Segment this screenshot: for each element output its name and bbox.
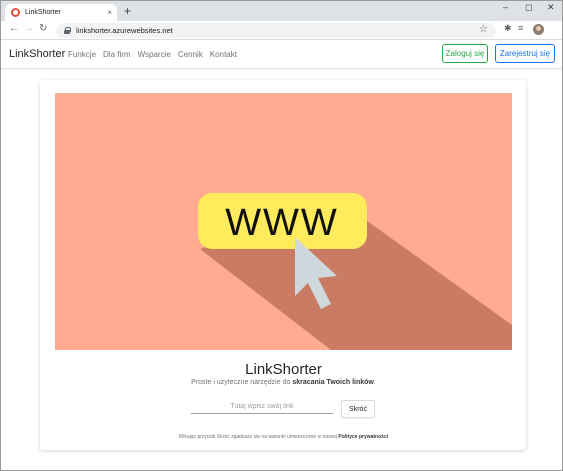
shorten-button[interactable]: Skróć [341, 400, 375, 418]
forward-arrow-icon[interactable]: → [24, 24, 34, 34]
page-subtitle: Proste i użyteczne narzędzie do skracani… [191, 379, 376, 386]
maximize-icon[interactable]: ◻ [525, 3, 532, 12]
nav-links: Funkcje Dla firm Wsparcie Cennik Kontakt [68, 50, 237, 59]
tab-title: LinkShorter [25, 9, 61, 16]
nav-link-wsparcie[interactable]: Wsparcie [138, 50, 171, 59]
browser-tab[interactable]: LinkShorter × [5, 4, 117, 21]
url-text[interactable]: linkshorter.azurewebsites.net [76, 26, 173, 35]
reading-list-icon[interactable]: ≡ [518, 24, 523, 33]
lock-icon [64, 27, 71, 34]
browser-window: LinkShorter × + – ◻ ✕ ← → ↻ linkshorter.… [0, 0, 563, 471]
site-navbar: LinkShorter Funkcje Dla firm Wsparcie Ce… [1, 41, 562, 69]
extensions-icon[interactable]: ✱ [504, 24, 512, 33]
register-button[interactable]: Zarejestruj się [495, 44, 555, 63]
brand-logo[interactable]: LinkShorter [9, 48, 65, 60]
minimize-icon[interactable]: – [503, 3, 508, 12]
star-icon[interactable]: ☆ [479, 24, 488, 35]
close-icon[interactable]: ✕ [547, 3, 555, 12]
new-tab-button[interactable]: + [124, 5, 131, 17]
reload-icon[interactable]: ↻ [39, 24, 47, 34]
www-sign-text: WWW [225, 202, 339, 244]
nav-link-cennik[interactable]: Cennik [178, 50, 203, 59]
nav-link-funkcje[interactable]: Funkcje [68, 50, 96, 59]
back-arrow-icon[interactable]: ← [9, 24, 19, 34]
privacy-footnote: Klikając przycisk Skróć zgadzasz się na … [178, 434, 389, 440]
page-title: LinkShorter [245, 361, 322, 378]
address-bar[interactable]: linkshorter.azurewebsites.net ☆ [56, 23, 496, 38]
nav-link-kontakt[interactable]: Kontakt [210, 50, 237, 59]
nav-link-dla-firm[interactable]: Dla firm [103, 50, 131, 59]
hero-illustration: WWW [55, 93, 512, 350]
privacy-policy-link[interactable]: Polityce prywatności [338, 434, 388, 440]
tab-close-icon[interactable]: × [107, 8, 112, 17]
tab-strip: LinkShorter × + – ◻ ✕ [1, 1, 562, 21]
profile-avatar-icon[interactable] [533, 24, 544, 35]
login-button[interactable]: Zaloguj się [442, 44, 488, 63]
link-input[interactable] [191, 400, 333, 414]
browser-toolbar: ← → ↻ linkshorter.azurewebsites.net ☆ ✱ … [1, 21, 562, 40]
site-favicon-icon [11, 8, 20, 17]
